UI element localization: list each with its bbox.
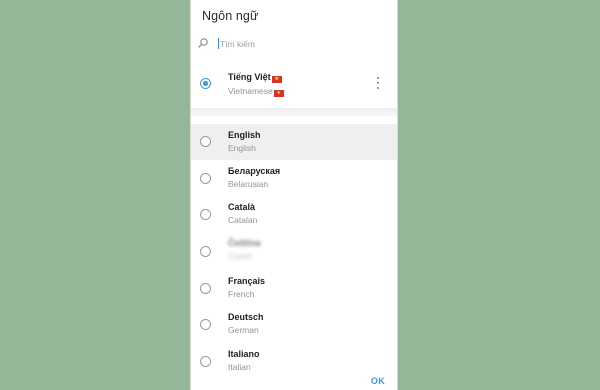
list-item-belarusian[interactable]: Беларуская Belarusian <box>191 160 397 196</box>
radio-button[interactable] <box>200 356 211 367</box>
radio-selected[interactable] <box>200 78 211 89</box>
language-name: Italiano <box>228 349 260 359</box>
search-icon <box>198 38 208 48</box>
language-sub: French <box>228 289 255 299</box>
radio-button[interactable] <box>200 319 211 330</box>
language-sub: German <box>228 325 259 335</box>
section-divider <box>191 108 397 116</box>
dialog-title: Ngôn ngữ <box>202 9 259 23</box>
dialog-footer: OK <box>191 370 397 390</box>
ok-button[interactable]: OK <box>371 376 385 386</box>
search-bar[interactable] <box>191 32 397 56</box>
list-item-english[interactable]: English English <box>191 124 397 160</box>
language-name: Français <box>228 276 266 286</box>
dialog-header: Ngôn ngữ <box>191 0 397 30</box>
current-language-name: Tiếng Việt ★ <box>228 72 282 83</box>
current-language-label: Tiếng Việt <box>228 72 271 82</box>
search-input[interactable] <box>220 36 380 52</box>
radio-button[interactable] <box>200 173 211 184</box>
language-sub: English <box>228 143 256 153</box>
language-list: English English Беларуская Belarusian Ca… <box>191 124 397 372</box>
current-language-row[interactable]: Tiếng Việt ★ Vietnamese ★ <box>191 62 397 108</box>
current-language-sub-label: Vietnamese <box>228 86 273 96</box>
radio-button[interactable] <box>200 209 211 220</box>
language-name: Deutsch <box>228 312 264 322</box>
list-item-french[interactable]: Français French <box>191 270 397 306</box>
language-sub: Catalan <box>228 215 258 225</box>
radio-button[interactable] <box>200 246 211 257</box>
language-dialog: Ngôn ngữ Tiếng Việt★ Vietnamese★ English… <box>191 0 397 390</box>
language-name: Català <box>228 202 256 212</box>
text-cursor <box>218 38 219 49</box>
list-item-catalan[interactable]: Català Catalan <box>191 196 397 232</box>
vietnam-flag-icon: ★ <box>271 76 282 83</box>
language-sub: Czech <box>228 251 253 261</box>
language-sub: Belarusian <box>228 179 269 189</box>
radio-button[interactable] <box>200 283 211 294</box>
list-item-czech[interactable]: Čeština Czech <box>191 233 397 269</box>
language-name: Беларуская <box>228 166 281 176</box>
current-language-sub: Vietnamese ★ <box>228 86 284 97</box>
language-name: Čeština <box>228 238 261 248</box>
radio-button[interactable] <box>200 136 211 147</box>
list-item-german[interactable]: Deutsch German <box>191 306 397 342</box>
more-options-icon[interactable] <box>374 77 382 91</box>
vietnam-flag-icon: ★ <box>273 90 284 97</box>
language-name: English <box>228 130 261 140</box>
